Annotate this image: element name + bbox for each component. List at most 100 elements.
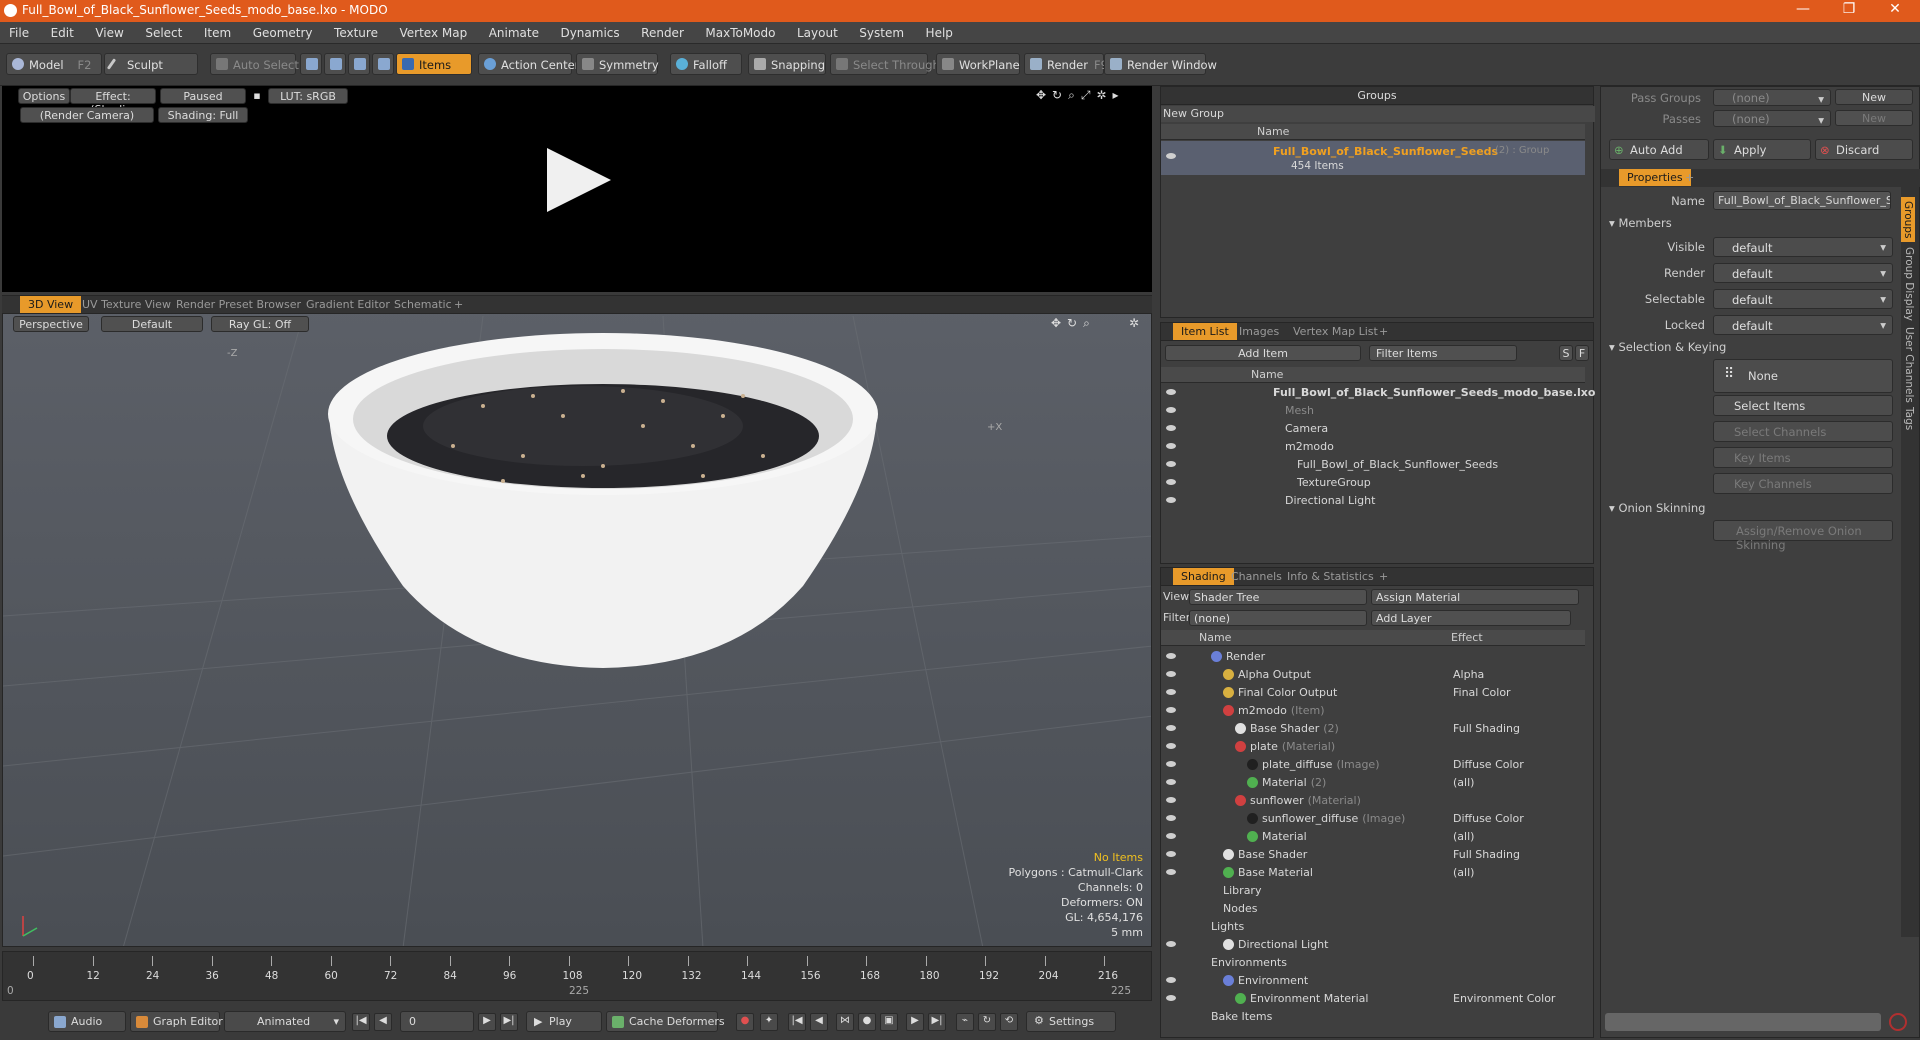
menu-file[interactable]: File (0, 22, 38, 40)
shader-tree-row[interactable]: Final Color Output Final Color (1161, 683, 1585, 701)
members-section[interactable]: ▾ Members (1609, 216, 1672, 230)
lock-icon[interactable]: ▪ (250, 88, 264, 104)
add-tab-button[interactable]: + (446, 296, 471, 313)
audio-button[interactable]: Audio (48, 1011, 126, 1032)
shader-layer-effect[interactable]: Alpha (1453, 668, 1484, 681)
shader-tree-row[interactable]: Base Shader Full Shading (1161, 845, 1585, 863)
shader-tree-row[interactable]: Base Material (all) (1161, 863, 1585, 881)
item-list-row[interactable]: Mesh (1161, 401, 1585, 419)
apply-button[interactable]: ⬇ Apply (1713, 139, 1811, 160)
shader-tree-row[interactable]: Directional Light (1161, 935, 1585, 953)
visibility-eye-icon[interactable] (1166, 671, 1176, 677)
vtab-tags[interactable]: Tags (1903, 407, 1915, 430)
menu-system[interactable]: System (850, 22, 913, 40)
shader-tree-row[interactable]: Library (1161, 881, 1585, 899)
assign-onion-skinning-button[interactable]: Assign/Remove Onion Skinning (1713, 520, 1893, 552)
item-list-row[interactable]: Directional Light (1161, 491, 1585, 509)
visibility-eye-icon[interactable] (1166, 389, 1176, 395)
shader-layer-effect[interactable]: Diffuse Color (1453, 812, 1524, 825)
viewport-navigation-icon[interactable]: ✥↻⌕ (1051, 316, 1096, 331)
render-options-button[interactable]: Options (18, 88, 70, 104)
none-button[interactable]: ⠿ None (1713, 359, 1893, 393)
menu-maxtomodo[interactable]: MaxToModo (696, 22, 784, 40)
visibility-eye-icon[interactable] (1166, 479, 1176, 485)
menu-view[interactable]: View (86, 22, 132, 40)
visibility-eye-icon[interactable] (1166, 977, 1176, 983)
shader-tree-row[interactable]: Render (1161, 647, 1585, 665)
action-center-button[interactable]: Action Center (478, 53, 579, 75)
new-pass-button[interactable]: New (1835, 110, 1913, 126)
auto-key-icon[interactable]: ✦ (760, 1013, 778, 1031)
vertices-mode-button[interactable] (300, 53, 322, 75)
select-channels-button[interactable]: Select Channels (1713, 421, 1893, 442)
shader-layer-effect[interactable]: Diffuse Color (1453, 758, 1524, 771)
visible-dropdown[interactable]: default (1713, 237, 1893, 257)
shader-layer-effect[interactable]: Final Color (1453, 686, 1511, 699)
render-view-tools-icon[interactable]: ✥↻⌕⤢✲▸ (1036, 88, 1125, 103)
visibility-eye-icon[interactable] (1166, 833, 1176, 839)
render-window-button[interactable]: Render Window (1104, 53, 1217, 75)
items-mode-button[interactable]: Items (396, 53, 472, 75)
default-style-dropdown[interactable]: Default (101, 316, 203, 332)
onion-skinning-section[interactable]: ▾ Onion Skinning (1609, 501, 1705, 515)
menu-render[interactable]: Render (632, 22, 693, 40)
render-paused-toggle[interactable]: Paused (160, 88, 246, 104)
search-s-button[interactable]: S (1559, 345, 1573, 361)
shader-layer-effect[interactable]: (all) (1453, 776, 1474, 789)
visibility-eye-icon[interactable] (1166, 707, 1176, 713)
shader-layer-effect[interactable]: (all) (1453, 830, 1474, 843)
add-layer-dropdown[interactable]: Add Layer (1371, 610, 1571, 626)
shader-tree-row[interactable]: plate_diffuse (Image) Diffuse Color (1161, 755, 1585, 773)
tab-render-preset-browser[interactable]: Render Preset Browser (168, 296, 309, 313)
visibility-eye-icon[interactable] (1166, 725, 1176, 731)
vtab-user-channels[interactable]: User Channels (1903, 327, 1915, 403)
minimize-button[interactable]: — (1780, 1, 1826, 17)
visibility-eye-icon[interactable] (1166, 461, 1176, 467)
menu-edit[interactable]: Edit (42, 22, 83, 40)
group-name-field[interactable]: Full_Bowl_of_Black_Sunflower_See (1713, 191, 1891, 210)
tab-uv-texture-view[interactable]: UV Texture View (74, 296, 179, 313)
assign-material-dropdown[interactable]: Assign Material (1371, 589, 1579, 605)
sync-icon[interactable]: ↻ (978, 1013, 996, 1031)
render-button[interactable]: Render F9 (1024, 53, 1108, 75)
command-input[interactable] (1605, 1013, 1881, 1031)
visibility-eye-icon[interactable] (1166, 815, 1176, 821)
menu-dynamics[interactable]: Dynamics (551, 22, 628, 40)
item-list-row[interactable]: Camera (1161, 419, 1585, 437)
shader-tree-row[interactable]: Bake Items (1161, 1007, 1585, 1025)
materials-mode-button[interactable] (372, 53, 394, 75)
shader-layer-effect[interactable]: Environment Color (1453, 992, 1555, 1005)
selectable-dropdown[interactable]: default (1713, 289, 1893, 309)
shader-tree-dropdown[interactable]: Shader Tree (1189, 589, 1367, 605)
edges-mode-button[interactable] (324, 53, 346, 75)
menu-layout[interactable]: Layout (788, 22, 847, 40)
visibility-eye-icon[interactable] (1166, 689, 1176, 695)
visibility-eye-icon[interactable] (1166, 497, 1176, 503)
visibility-eye-icon[interactable] (1166, 761, 1176, 767)
next-frame-button[interactable]: ▶ (478, 1013, 496, 1031)
snapping-button[interactable]: Snapping (748, 53, 826, 75)
key-channels-button[interactable]: Key Channels (1713, 473, 1893, 494)
perspective-dropdown[interactable]: Perspective (13, 316, 89, 332)
last-frame-button[interactable]: ▶| (500, 1013, 518, 1031)
select-items-button[interactable]: Select Items (1713, 395, 1893, 416)
item-list-row[interactable]: TextureGroup (1161, 473, 1585, 491)
item-list-row[interactable]: Full_Bowl_of_Black_Sunflower_Seeds_modo_… (1161, 383, 1595, 401)
new-group-button[interactable]: New Group (1161, 106, 1595, 122)
falloff-button[interactable]: Falloff (670, 53, 742, 75)
prev-key-button[interactable]: |◀ (788, 1013, 806, 1031)
passes-dropdown[interactable]: (none) (1713, 110, 1831, 127)
shader-tree-row[interactable]: plate (Material) (1161, 737, 1585, 755)
polygons-mode-button[interactable] (348, 53, 370, 75)
visibility-eye-icon[interactable] (1166, 407, 1176, 413)
tab-info-statistics[interactable]: Info & Statistics (1279, 568, 1382, 585)
first-frame-button[interactable]: |◀ (352, 1013, 370, 1031)
raygl-dropdown[interactable]: Ray GL: Off (211, 316, 309, 332)
shader-layer-effect[interactable]: (all) (1453, 866, 1474, 879)
select-through-button[interactable]: Select Through (830, 53, 940, 75)
graph-tools-icon[interactable]: ⌁ (956, 1013, 974, 1031)
shader-tree-row[interactable]: Environments (1161, 953, 1585, 971)
tab-images[interactable]: Images (1231, 323, 1287, 340)
shader-tree-row[interactable]: sunflower (Material) (1161, 791, 1585, 809)
key-right-button[interactable]: ▶ (906, 1013, 924, 1031)
